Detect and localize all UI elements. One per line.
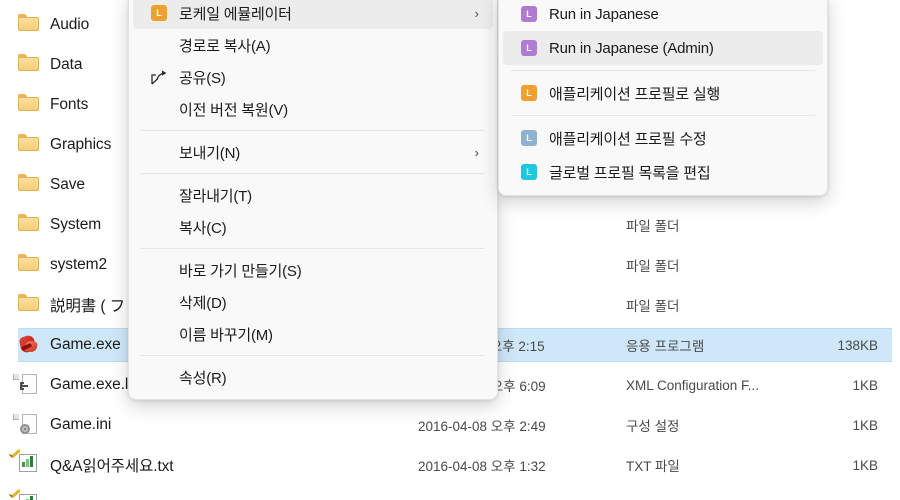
menu-separator xyxy=(141,355,485,356)
menu-item-label: 삭제(D) xyxy=(179,294,227,312)
file-name: Game.ini xyxy=(50,416,112,433)
file-type: 구성 설정 xyxy=(626,419,680,434)
file-name: Graphics xyxy=(50,136,112,153)
file-row[interactable]: Game.ini 2016-04-08 오후 2:49 구성 설정 1KB xyxy=(13,408,892,442)
file-date: 2016-04-08 오후 1:32 xyxy=(418,459,546,474)
menu-item-label: 보내기(N) xyxy=(179,144,241,162)
file-type: 응용 프로그램 xyxy=(626,339,705,354)
menu-separator xyxy=(511,70,815,71)
file-row[interactable] xyxy=(11,488,892,500)
menu-item-icon: L xyxy=(517,6,541,22)
menu-separator xyxy=(141,130,485,131)
file-name: Fonts xyxy=(50,96,89,113)
locale-profile-icon: L xyxy=(521,6,537,22)
chevron-right-icon: › xyxy=(474,144,479,160)
menu-item[interactable]: L 애플리케이션 프로필로 실행 xyxy=(503,76,823,110)
menu-item[interactable]: 잘라내기(T) xyxy=(133,179,493,211)
txt-file-icon xyxy=(11,489,40,500)
file-name: Q&A읽어주세요.txt xyxy=(50,458,174,475)
menu-item-label: 글로벌 프로필 목록을 편집 xyxy=(549,164,711,182)
menu-item-label: 경로로 복사(A) xyxy=(179,37,271,55)
menu-item-label: 속성(R) xyxy=(179,369,227,387)
locale-profile-icon: L xyxy=(521,85,537,101)
menu-item-label: 바로 가기 만들기(S) xyxy=(179,262,302,280)
menu-item-label: 이전 버전 복원(V) xyxy=(179,101,288,119)
menu-item-label: 복사(C) xyxy=(179,219,227,237)
file-name: 説明書 ( フ xyxy=(50,298,126,315)
txt-file-icon xyxy=(11,449,40,476)
file-name: Data xyxy=(50,56,83,73)
menu-item-label: Run in Japanese (Admin) xyxy=(549,39,714,57)
menu-item[interactable]: L Run in Japanese (Admin) xyxy=(503,31,823,65)
menu-item[interactable]: L Run in Japanese xyxy=(503,0,823,31)
menu-item-label: 애플리케이션 프로필 수정 xyxy=(549,130,707,148)
menu-item-label: 공유(S) xyxy=(179,69,226,87)
menu-item[interactable]: 이전 버전 복원(V) xyxy=(133,93,493,125)
menu-item[interactable]: 보내기(N) › xyxy=(133,136,493,168)
share-icon xyxy=(150,70,168,85)
file-size: 138KB xyxy=(837,337,878,353)
menu-separator xyxy=(141,173,485,174)
menu-item[interactable]: L 글로벌 프로필 목록을 편집 xyxy=(503,155,823,189)
folder-icon xyxy=(18,134,40,156)
menu-item-label: Run in Japanese xyxy=(549,5,659,23)
menu-item-icon: L xyxy=(517,164,541,180)
folder-icon xyxy=(18,94,40,116)
file-type: 파일 폴더 xyxy=(626,219,680,234)
file-type: 파일 폴더 xyxy=(626,259,680,274)
menu-item-label: 애플리케이션 프로필로 실행 xyxy=(549,85,721,103)
menu-item-icon: L xyxy=(517,40,541,56)
menu-item[interactable]: L 로케일 에뮬레이터 › xyxy=(133,0,493,29)
menu-separator xyxy=(511,115,815,116)
file-type: XML Configuration F... xyxy=(626,377,760,393)
menu-item-label: 잘라내기(T) xyxy=(179,187,252,205)
file-name: Save xyxy=(50,176,85,193)
file-size: 1KB xyxy=(852,457,878,473)
menu-item[interactable]: 공유(S) xyxy=(133,61,493,93)
folder-icon xyxy=(18,214,40,236)
context-menu[interactable]: L 로케일 에뮬레이터 › 경로로 복사(A) 공유(S) 이전 버전 복원(V) 보내기(… xyxy=(128,0,498,400)
folder-icon xyxy=(18,254,40,276)
folder-icon xyxy=(18,54,40,76)
locale-profile-icon: L xyxy=(521,40,537,56)
exe-icon xyxy=(18,333,40,356)
menu-item[interactable]: 복사(C) xyxy=(133,211,493,243)
folder-icon xyxy=(18,14,40,36)
menu-separator xyxy=(141,248,485,249)
file-name: System xyxy=(50,216,102,233)
folder-icon xyxy=(18,174,40,196)
file-name: system2 xyxy=(50,256,108,273)
menu-item[interactable]: 속성(R) xyxy=(133,361,493,393)
file-name: Game.exe xyxy=(50,336,121,353)
menu-item-icon: L xyxy=(517,130,541,146)
file-type: TXT 파일 xyxy=(626,459,680,474)
file-row[interactable]: Q&A읽어주세요.txt 2016-04-08 오후 1:32 TXT 파일 1KB xyxy=(11,448,892,482)
ini-file-icon xyxy=(13,414,40,436)
chevron-right-icon: › xyxy=(474,5,479,21)
menu-item-label: 로케일 에뮬레이터 xyxy=(179,5,292,23)
menu-item-icon xyxy=(147,70,171,85)
menu-item[interactable]: 이름 바꾸기(M) xyxy=(133,318,493,350)
locale-emulator-icon: L xyxy=(151,5,167,21)
menu-item[interactable]: 삭제(D) xyxy=(133,286,493,318)
config-file-icon xyxy=(13,374,40,396)
menu-item-label: 이름 바꾸기(M) xyxy=(179,326,273,344)
menu-item[interactable]: L 애플리케이션 프로필 수정 xyxy=(503,121,823,155)
file-size: 1KB xyxy=(852,417,878,433)
menu-item[interactable]: 바로 가기 만들기(S) xyxy=(133,254,493,286)
menu-item-icon: L xyxy=(517,85,541,101)
folder-icon xyxy=(18,294,40,316)
file-date: 2016-04-08 오후 2:49 xyxy=(418,419,546,434)
explorer-window: AudioDataFontsGraphicsSave전 8:00파일 폴더Sys… xyxy=(0,0,900,500)
locale-emulator-submenu[interactable]: L Run in Japanese L Run in Japanese (Admin)… xyxy=(498,0,828,196)
locale-profile-icon: L xyxy=(521,164,537,180)
file-type: 파일 폴더 xyxy=(626,299,680,314)
menu-item-icon: L xyxy=(147,5,171,21)
file-size: 1KB xyxy=(852,377,878,393)
file-name: Audio xyxy=(50,16,90,33)
locale-profile-icon: L xyxy=(521,130,537,146)
menu-item[interactable]: 경로로 복사(A) xyxy=(133,29,493,61)
